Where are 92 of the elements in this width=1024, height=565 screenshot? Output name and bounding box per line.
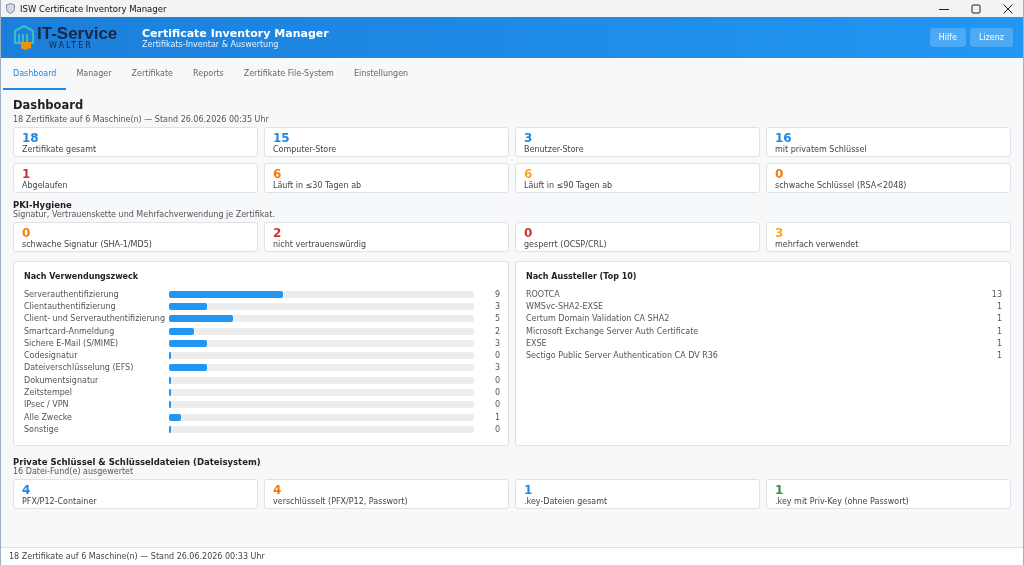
close-icon[interactable]: [1003, 3, 1013, 14]
usage-count: 9: [493, 289, 500, 299]
page-title: Dashboard: [13, 98, 85, 112]
stat-value: 1: [524, 483, 534, 497]
tab[interactable]: Zertifikate File-System: [233, 58, 344, 90]
stat-value: 15: [273, 131, 291, 145]
usage-label: Zeitstempel: [24, 388, 73, 397]
logo-icon: [13, 24, 35, 51]
window-title: ISW Certificate Inventory Manager: [20, 3, 167, 14]
stat-label: gesperrt (OCSP/CRL): [524, 240, 608, 250]
usage-count: 0: [493, 375, 500, 385]
section-subtitle: 16 Datei-Fund(e) ausgewertet: [13, 467, 135, 476]
usage-count: 0: [493, 400, 500, 410]
usage-label: Serverauthentifizierung: [24, 289, 120, 299]
app-title: Certificate Inventory Manager: [142, 26, 329, 40]
stat-label: .key-Dateien gesamt: [524, 497, 609, 507]
issuer-name: Sectigo Public Server Authentication CA DV R36: [526, 351, 718, 361]
issuer-name: Certum Domain Validation CA SHA2: [526, 314, 670, 324]
issuer-name: Microsoft Exchange Server Auth Certificate: [526, 326, 699, 336]
stat-value: 16: [775, 131, 793, 145]
stat-value: 6: [273, 167, 283, 181]
stat-value: 0: [524, 226, 534, 240]
shield-icon: [6, 3, 15, 14]
stat-label: Abgelaufen: [22, 181, 69, 191]
stat-label: nicht vertrauenswürdig: [273, 240, 368, 250]
usage-label: Dateiverschlüsselung (EFS): [24, 363, 135, 373]
stat-label: Läuft in ≤90 Tagen ab: [524, 181, 614, 191]
usage-count: 0: [493, 424, 500, 434]
issuer-count: 1: [995, 338, 1002, 348]
usage-label: Client- und Serverauthentifizierung: [24, 314, 166, 324]
stat-label: Benutzer-Store: [524, 145, 585, 155]
stat-label: mehrfach verwendet: [775, 240, 860, 250]
stat-label: Läuft in ≤30 Tagen ab: [273, 181, 363, 191]
logo-name: IT-Service: [37, 25, 118, 42]
stat-value: 4: [22, 483, 32, 497]
usage-label: Codesignatur: [24, 351, 79, 361]
section-subtitle: Signatur, Vertrauenskette und Mehrfachverwendung je Zertifikat.: [13, 210, 276, 219]
panel-title: Nach Verwendungszweck: [24, 272, 140, 281]
usage-count: 3: [493, 363, 500, 373]
issuer-name: ROOTCA: [526, 289, 560, 299]
stat-value: 2: [273, 226, 283, 240]
usage-label: Smartcard-Anmeldung: [24, 326, 116, 336]
stat-value: 1: [775, 483, 785, 497]
stat-value: 6: [524, 167, 534, 181]
stat-value: 0: [22, 226, 32, 240]
usage-label: Sichere E-Mail (S/MIME): [24, 338, 120, 348]
issuer-count: 1: [995, 301, 1002, 311]
tab[interactable]: Einstellungen: [343, 58, 419, 90]
usage-label: Sonstige: [24, 424, 60, 434]
stat-label: Computer-Store: [273, 145, 338, 155]
usage-count: 2: [493, 326, 500, 336]
issuer-count: 1: [995, 351, 1002, 361]
stat-label: verschlüsselt (PFX/P12, Passwort): [273, 497, 409, 507]
stat-label: .key mit Priv-Key (ohne Passwort): [775, 497, 910, 507]
logo-subtitle: WALTER: [48, 42, 94, 50]
panel-title: Nach Aussteller (Top 10): [526, 272, 638, 281]
stat-value: 3: [775, 226, 785, 240]
stat-value: 18: [22, 131, 40, 145]
usage-label: Dokumentsignatur: [24, 375, 100, 385]
usage-count: 1: [493, 412, 500, 422]
usage-label: Alle Zwecke: [24, 412, 73, 422]
usage-count: 0: [493, 388, 500, 397]
issuer-name: WMSvc-SHA2-EXSE: [526, 301, 604, 311]
usage-label: IPsec / VPN: [24, 400, 70, 410]
usage-count: 3: [493, 301, 500, 311]
maximize-icon[interactable]: [971, 3, 981, 14]
status-text: 18 Zertifikate auf 6 Maschine(n) — Stand 26.06.2026 00:33 Uhr: [9, 552, 265, 561]
stat-value: 1: [22, 167, 32, 181]
issuer-count: 13: [990, 289, 1002, 299]
stat-label: mit privatem Schlüssel: [775, 145, 868, 155]
stat-label: schwache Schlüssel (RSA<2048): [775, 181, 908, 191]
usage-count: 3: [493, 338, 500, 348]
stat-value: 3: [524, 131, 534, 145]
stat-label: schwache Signatur (SHA-1/MD5): [22, 240, 153, 250]
stat-label: PFX/P12-Container: [22, 497, 98, 507]
stat-value: 4: [273, 483, 283, 497]
issuer-count: 1: [995, 314, 1002, 324]
tab[interactable]: Zertifikate: [121, 58, 184, 90]
usage-count: 5: [493, 314, 500, 324]
usage-label: Clientauthentifizierung: [24, 301, 117, 311]
issuer-count: 1: [995, 326, 1002, 336]
stat-value: 0: [775, 167, 785, 181]
stat-label: Zertifikate gesamt: [22, 145, 98, 155]
tab[interactable]: Dashboard: [3, 58, 67, 90]
section-title: PKI-Hygiene: [13, 200, 72, 210]
usage-count: 0: [493, 351, 500, 361]
app-subtitle: Zertifikats-Inventar & Auswertung: [142, 39, 280, 49]
section-title: Private Schlüssel & Schlüsseldateien (Dateisystem): [13, 457, 262, 467]
page-summary: 18 Zertifikate auf 6 Maschine(n) — Stand 26.06.2026 00:35 Uhr: [13, 115, 270, 124]
tab[interactable]: Reports: [183, 58, 234, 90]
issuer-name: EXSE: [526, 338, 547, 348]
tab[interactable]: Manager: [66, 58, 122, 90]
